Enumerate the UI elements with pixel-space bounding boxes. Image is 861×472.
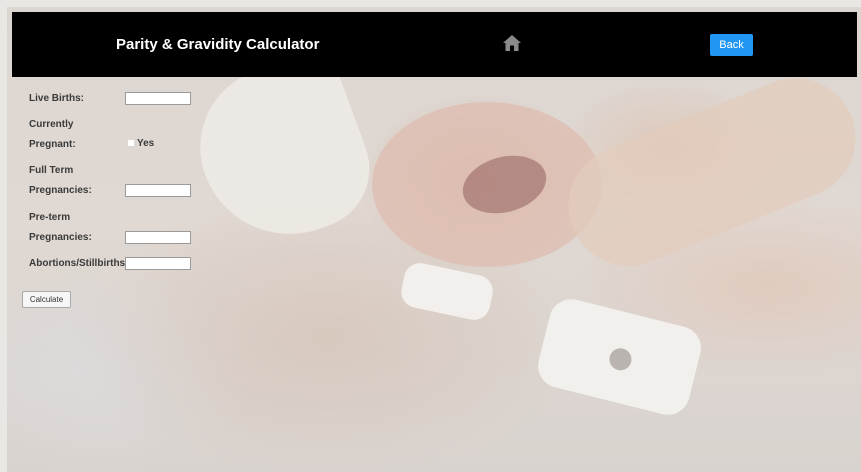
full-term-label-line2: Pregnancies: <box>29 185 92 196</box>
full-term-label-line1: Full Term <box>29 165 74 176</box>
back-button[interactable]: Back <box>710 34 753 56</box>
photo-sensor-patch <box>398 260 496 323</box>
preterm-label-line2: Pregnancies: <box>29 232 92 243</box>
live-births-label: Live Births: <box>29 93 85 104</box>
live-births-input[interactable] <box>125 92 191 105</box>
currently-pregnant-yes-label[interactable]: Yes <box>137 138 154 149</box>
page-title: Parity & Gravidity Calculator <box>116 36 320 53</box>
full-term-input[interactable] <box>125 184 191 197</box>
home-icon[interactable] <box>502 34 522 52</box>
currently-pregnant-checkbox[interactable] <box>128 140 134 146</box>
photo-sensor-patch-large <box>533 294 706 420</box>
abortions-stillbirths-label: Abortions/Stillbirths <box>29 258 126 269</box>
photo-hand <box>550 60 861 284</box>
calculate-button[interactable]: Calculate <box>22 291 71 308</box>
preterm-label-line1: Pre-term <box>29 212 71 223</box>
abortions-stillbirths-input[interactable] <box>125 257 191 270</box>
preterm-input[interactable] <box>125 231 191 244</box>
header-bar: Parity & Gravidity Calculator Back <box>12 12 857 77</box>
currently-pregnant-label-line2: Pregnant: <box>29 139 76 150</box>
currently-pregnant-label-line1: Currently <box>29 119 74 130</box>
app-window: Parity & Gravidity Calculator Back Live … <box>0 0 861 472</box>
